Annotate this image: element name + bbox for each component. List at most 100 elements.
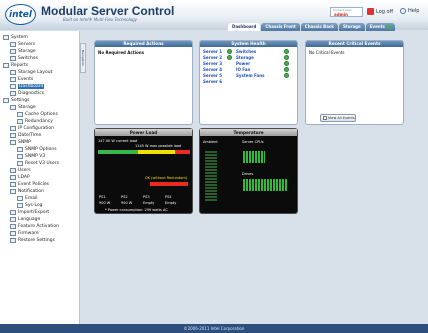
ok-status-icon xyxy=(284,55,289,60)
sidebar-tree: System Servers Storage Switches Reports … xyxy=(0,31,80,324)
page-icon xyxy=(10,230,16,236)
gear-icon xyxy=(10,188,16,194)
server-icon xyxy=(10,41,16,47)
server-1-link[interactable]: Server 1 xyxy=(203,49,222,54)
sidebar-item-redundancy[interactable]: Redundancy xyxy=(17,118,53,124)
ok-status-icon xyxy=(227,55,232,60)
user-name: admin xyxy=(334,12,348,17)
drives-label: Drives xyxy=(242,172,254,176)
storage-link[interactable]: Storage xyxy=(236,55,254,60)
tab-storage[interactable]: Storage xyxy=(338,23,365,31)
sidebar-item-email[interactable]: Email xyxy=(17,195,38,201)
ok-status-icon xyxy=(386,25,391,29)
power-link[interactable]: Power xyxy=(236,61,250,66)
ok-status-icon xyxy=(284,49,289,54)
recent-events-title: Recent Critical Events xyxy=(306,41,403,47)
server-6-link[interactable]: Server 6 xyxy=(203,79,222,84)
power-bar-warning xyxy=(138,150,175,154)
view-all-events-button[interactable]: View All Events xyxy=(320,114,356,122)
current-user-box: Current user admin xyxy=(330,7,363,17)
sidebar-item-snmp-v3[interactable]: SNMP V3 xyxy=(17,153,45,159)
sidebar-item-reset-v3-users[interactable]: Reset V3 Users xyxy=(17,160,59,166)
report-icon xyxy=(10,90,16,96)
temperature-panel: Temperature Ambient Server CPUs Drives xyxy=(199,128,298,214)
io-fan-link[interactable]: IO Fan xyxy=(236,67,250,72)
footer: ©2006-2011 Intel Corporation xyxy=(0,324,428,333)
logoff-icon xyxy=(367,8,374,15)
server-4-link[interactable]: Server 4 xyxy=(203,67,222,72)
page-icon xyxy=(17,153,23,159)
sidebar-item-event-policies[interactable]: Event Policies xyxy=(10,181,49,187)
sidebar-item-firmware[interactable]: Firmware xyxy=(10,230,39,236)
server-3-link[interactable]: Server 3 xyxy=(203,61,222,66)
sidebar-item-switches[interactable]: Switches xyxy=(10,55,38,61)
required-actions-panel: Required Actions No Required Actions xyxy=(94,40,193,125)
sidebar-item-snmp-options[interactable]: SNMP Options xyxy=(17,146,57,152)
logoff-link[interactable]: Log off xyxy=(367,8,393,15)
tab-chassis-front[interactable]: Chassis Front xyxy=(261,23,300,31)
sidebar-item-sys-log[interactable]: Sys-Log xyxy=(17,202,43,208)
server-5-link[interactable]: Server 5 xyxy=(203,73,222,78)
tab-events[interactable]: Events xyxy=(365,23,395,31)
sidebar-item-notification[interactable]: Notification xyxy=(10,188,44,194)
page-icon xyxy=(17,160,23,166)
tab-chassis-back[interactable]: Chassis Back xyxy=(300,23,338,31)
psu-4-label: PS4 xyxy=(165,195,172,199)
help-link[interactable]: Help xyxy=(400,8,419,14)
intel-logo: intel xyxy=(5,4,36,25)
report-icon xyxy=(10,76,16,82)
page-icon xyxy=(10,125,16,131)
page-icon xyxy=(17,202,23,208)
sidebar-item-events[interactable]: Events xyxy=(10,76,33,82)
redundancy-label: OK (without Redundant) xyxy=(145,176,188,180)
sidebar-item-cache-options[interactable]: Cache Options xyxy=(17,111,58,117)
max-possible-label: 1145 W max possible load xyxy=(135,144,182,148)
storage-icon xyxy=(10,48,16,54)
main-tabs: Dashboard Chassis Front Chassis Back Sto… xyxy=(228,23,395,31)
sidebar-item-snmp[interactable]: SNMP xyxy=(10,139,31,145)
sidebar-item-settings[interactable]: Settings xyxy=(3,97,29,103)
sidebar-item-system[interactable]: System xyxy=(3,34,28,40)
sidebar-item-feature-activation[interactable]: Feature Activation xyxy=(10,223,59,229)
server-2-link[interactable]: Server 2 xyxy=(203,55,222,60)
required-actions-title: Required Actions xyxy=(95,41,192,47)
report-icon xyxy=(10,69,16,75)
sidebar-item-settings-storage[interactable]: Storage xyxy=(10,104,36,110)
server-cpus-label: Server CPUs xyxy=(242,140,264,144)
current-load-label: 147.00 W current load xyxy=(98,139,138,143)
required-actions-text: No Required Actions xyxy=(98,50,145,55)
ok-status-icon xyxy=(284,73,289,78)
help-icon xyxy=(400,8,406,14)
events-icon xyxy=(323,116,327,120)
sidebar-item-diagnostics[interactable]: Diagnostics xyxy=(10,90,44,96)
navigation-collapse-tab[interactable]: Navigation xyxy=(80,43,86,73)
system-fans-link[interactable]: System Fans xyxy=(236,73,264,78)
sidebar-item-date-time[interactable]: Date/Time xyxy=(10,132,41,138)
sidebar-item-ldap[interactable]: LDAP xyxy=(10,174,30,180)
sidebar-item-storage-layout[interactable]: Storage Layout xyxy=(10,69,52,75)
recent-events-text: No Critical Events xyxy=(309,50,345,55)
sidebar-item-storage[interactable]: Storage xyxy=(10,48,36,54)
tab-dashboard[interactable]: Dashboard xyxy=(228,23,261,31)
psu-3-label: PS3 xyxy=(143,195,150,199)
switches-link[interactable]: Switches xyxy=(236,49,256,54)
gear-icon xyxy=(3,97,9,103)
page-icon xyxy=(17,118,23,124)
sidebar-item-ip-configuration[interactable]: IP Configuration xyxy=(10,125,54,131)
page-icon xyxy=(10,223,16,229)
app-title: Modular Server Control xyxy=(41,4,175,18)
ok-status-icon xyxy=(284,67,289,72)
sidebar-item-users[interactable]: Users xyxy=(10,167,31,173)
gear-icon xyxy=(10,104,16,110)
sidebar-item-dashboard[interactable]: Dashboard xyxy=(10,83,45,89)
ok-status-icon xyxy=(227,49,232,54)
sidebar-item-reports[interactable]: Reports xyxy=(3,62,28,68)
power-bar-critical xyxy=(175,150,190,154)
sidebar-item-restore-settings[interactable]: Restore Settings xyxy=(10,237,55,243)
report-icon xyxy=(10,83,16,89)
sidebar-item-language[interactable]: Language xyxy=(10,216,40,222)
ambient-label: Ambient xyxy=(203,140,218,144)
sidebar-item-import-export[interactable]: Import/Export xyxy=(10,209,49,215)
sidebar-item-servers[interactable]: Servers xyxy=(10,41,35,47)
page-icon xyxy=(10,209,16,215)
